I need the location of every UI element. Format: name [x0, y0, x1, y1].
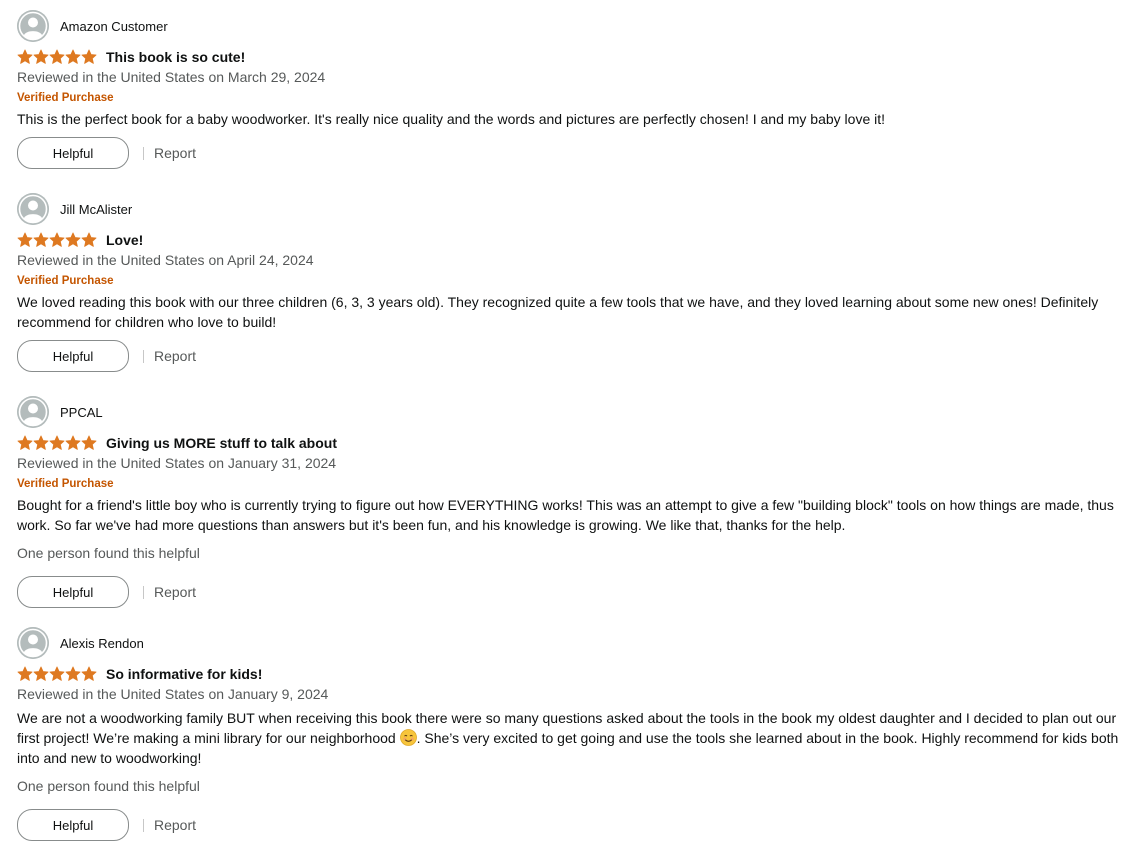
review-title[interactable]: This book is so cute! — [106, 49, 245, 65]
review-date: Reviewed in the United States on January… — [17, 455, 337, 471]
review-date: Reviewed in the United States on January… — [17, 686, 329, 702]
star-icon — [17, 232, 33, 247]
reviewer-profile[interactable]: Alexis Rendon — [17, 627, 1129, 659]
star-rating[interactable] — [17, 232, 97, 248]
review-body: We are not a woodworking family BUT when… — [17, 708, 1129, 768]
star-icon — [49, 49, 65, 64]
star-rating[interactable] — [17, 49, 97, 65]
helpful-count: One person found this helpful — [17, 545, 200, 561]
smiling-face-emoji-icon — [399, 729, 417, 746]
star-rating[interactable] — [17, 666, 97, 682]
report-link[interactable]: Report — [154, 145, 196, 161]
review-date: Reviewed in the United States on March 2… — [17, 69, 326, 85]
review-card: Alexis Rendon So informative for kids! R… — [17, 627, 1129, 841]
report-link[interactable]: Report — [154, 584, 196, 600]
star-icon — [33, 49, 49, 64]
star-icon — [81, 49, 97, 64]
review-date: Reviewed in the United States on April 2… — [17, 252, 314, 268]
star-icon — [65, 232, 81, 247]
star-icon — [33, 435, 49, 450]
reviewer-profile[interactable]: PPCAL — [17, 396, 1129, 428]
helpful-button[interactable]: Helpful — [17, 576, 129, 608]
divider — [143, 146, 144, 160]
verified-purchase-badge[interactable]: Verified Purchase — [17, 87, 1129, 109]
reviewer-profile[interactable]: Jill McAlister — [17, 193, 1129, 225]
review-body: This is the perfect book for a baby wood… — [17, 111, 886, 127]
star-icon — [17, 435, 33, 450]
verified-purchase-badge[interactable]: Verified Purchase — [17, 270, 1129, 292]
review-card: Amazon Customer This book is so cute! Re… — [17, 10, 1129, 169]
review-title[interactable]: Giving us MORE stuff to talk about — [106, 435, 337, 451]
star-icon — [17, 49, 33, 64]
star-icon — [81, 232, 97, 247]
star-icon — [49, 435, 65, 450]
reviewer-name: Jill McAlister — [60, 201, 133, 217]
review-title[interactable]: Love! — [106, 232, 143, 248]
report-link[interactable]: Report — [154, 348, 196, 364]
helpful-button[interactable]: Helpful — [17, 137, 129, 169]
helpful-count: One person found this helpful — [17, 778, 200, 794]
report-link[interactable]: Report — [154, 817, 196, 833]
star-icon — [65, 435, 81, 450]
star-icon — [17, 666, 33, 681]
reviewer-name: Alexis Rendon — [60, 635, 144, 651]
reviewer-name: Amazon Customer — [60, 18, 168, 34]
avatar-icon — [17, 193, 49, 225]
star-rating[interactable] — [17, 435, 97, 451]
star-icon — [49, 666, 65, 681]
avatar-icon — [17, 10, 49, 42]
reviewer-profile[interactable]: Amazon Customer — [17, 10, 1129, 42]
helpful-button[interactable]: Helpful — [17, 340, 129, 372]
divider — [143, 349, 144, 363]
star-icon — [65, 49, 81, 64]
review-title[interactable]: So informative for kids! — [106, 666, 262, 682]
helpful-button[interactable]: Helpful — [17, 809, 129, 841]
review-body: We loved reading this book with our thre… — [17, 294, 1099, 330]
review-body: Bought for a friend's little boy who is … — [17, 497, 1114, 533]
avatar-icon — [17, 396, 49, 428]
star-icon — [49, 232, 65, 247]
star-icon — [81, 435, 97, 450]
avatar-icon — [17, 627, 49, 659]
divider — [143, 818, 144, 832]
reviews-list: Amazon Customer This book is so cute! Re… — [0, 0, 1144, 847]
verified-purchase-badge[interactable]: Verified Purchase — [17, 473, 1129, 495]
divider — [143, 585, 144, 599]
review-card: Jill McAlister Love! Reviewed in the Uni… — [17, 193, 1129, 372]
star-icon — [33, 232, 49, 247]
reviewer-name: PPCAL — [60, 404, 103, 420]
star-icon — [65, 666, 81, 681]
review-card: PPCAL Giving us MORE stuff to talk about… — [17, 396, 1129, 608]
star-icon — [81, 666, 97, 681]
star-icon — [33, 666, 49, 681]
